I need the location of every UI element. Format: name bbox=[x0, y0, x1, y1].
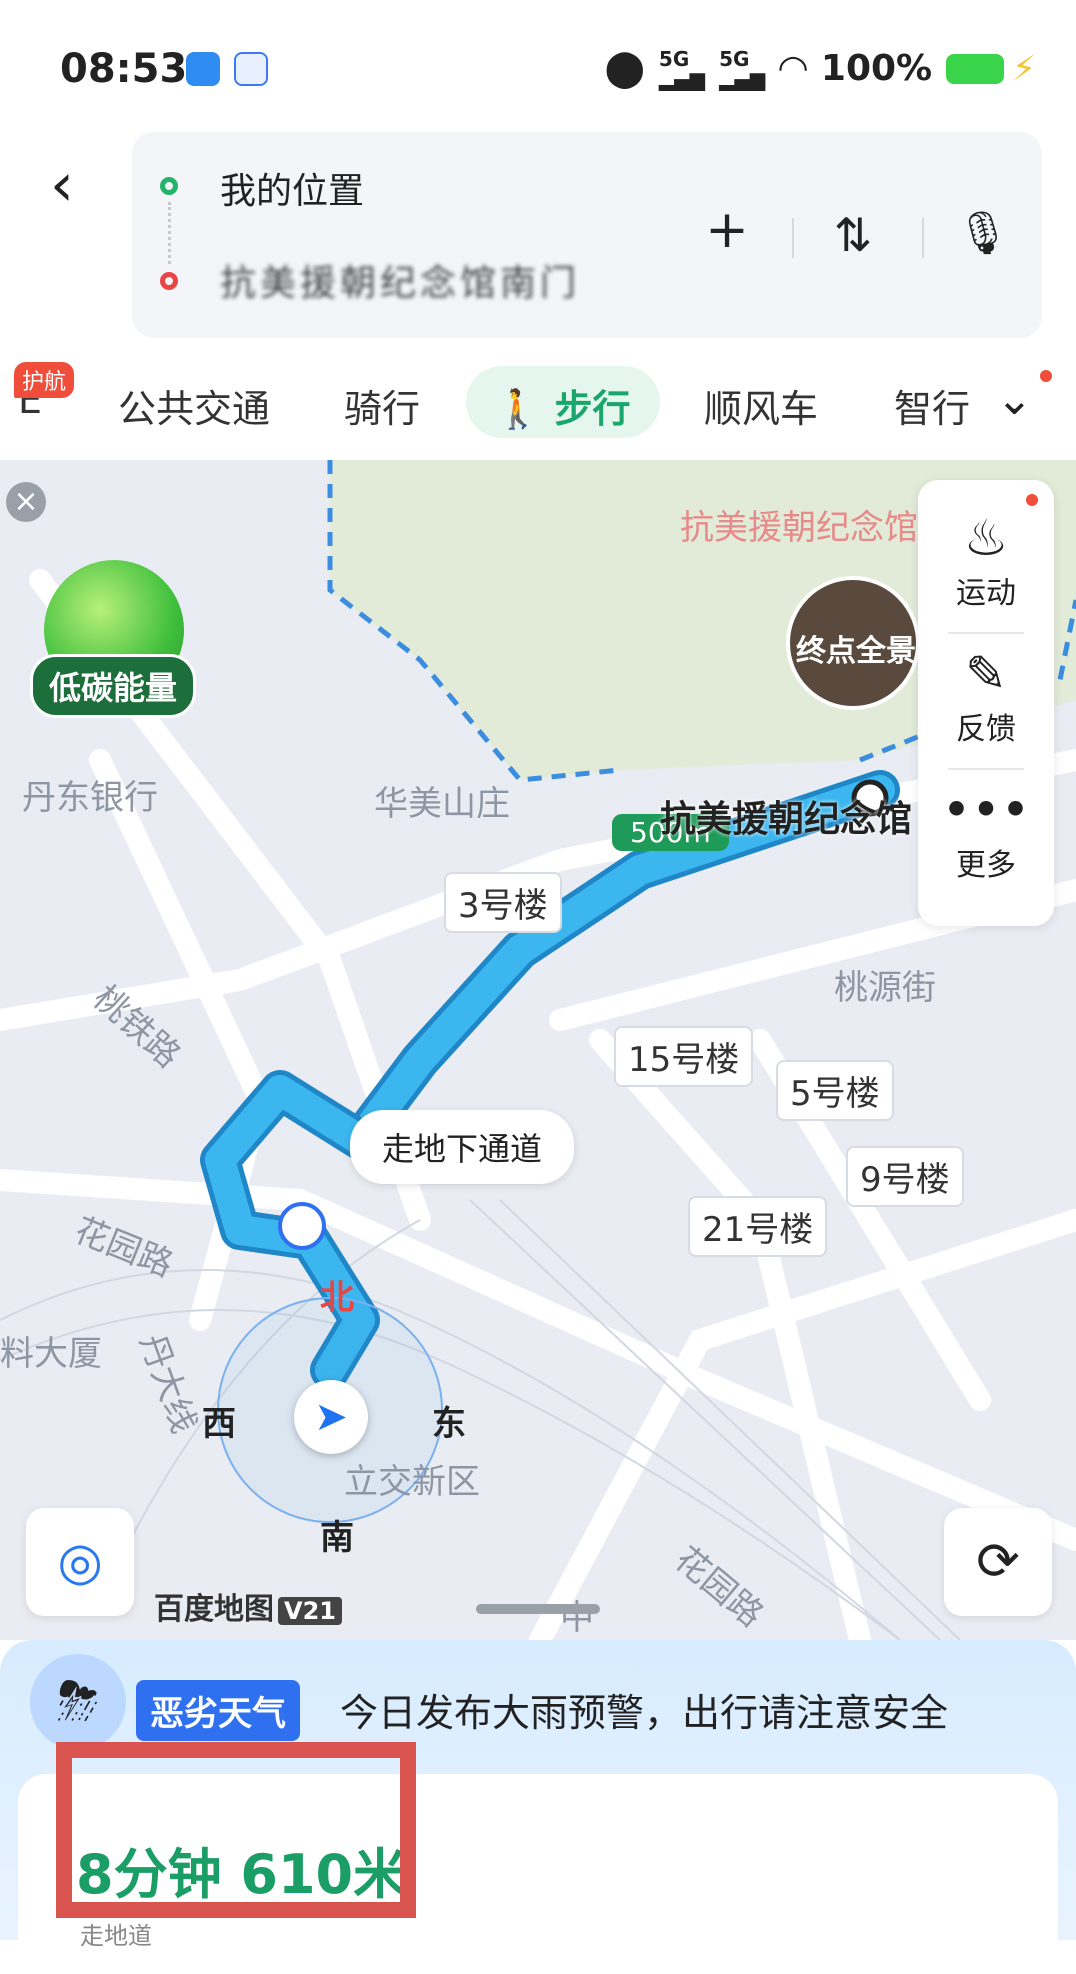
battery-percent: 100% bbox=[820, 48, 933, 89]
toolbar-divider bbox=[792, 218, 794, 258]
wifi-icon: ◠ bbox=[779, 48, 807, 89]
destination-dot-icon bbox=[160, 272, 178, 290]
browser-app-icon bbox=[186, 52, 220, 86]
voice-input-button[interactable]: 🎙 bbox=[948, 208, 1018, 258]
highlight-annotation-box bbox=[56, 1742, 416, 1918]
map-view[interactable]: × 低碳能量 抗美援朝纪念馆 丹东银行 华美山庄 桃源街 桃铁路 花园路 料大厦… bbox=[0, 460, 1076, 1640]
locate-me-button[interactable]: ◎ bbox=[26, 1508, 134, 1616]
building-label[interactable]: 9号楼 bbox=[846, 1146, 964, 1207]
building-label[interactable]: 15号楼 bbox=[614, 1026, 754, 1087]
sheet-drag-handle[interactable] bbox=[476, 1604, 600, 1614]
divider bbox=[948, 632, 1024, 634]
crosshair-icon: ◎ bbox=[57, 1532, 103, 1592]
compass-north: 北 bbox=[320, 1278, 354, 1318]
add-waypoint-button[interactable]: + bbox=[692, 200, 762, 260]
travel-mode-tabs: E 护航 公共交通 骑行 🚶 步行 顺风车 智行 ⌄ bbox=[0, 360, 1076, 450]
more-button[interactable]: ••• 更多 bbox=[918, 780, 1054, 884]
baidu-app-icon bbox=[234, 52, 268, 86]
building-label[interactable]: 5号楼 bbox=[776, 1060, 894, 1121]
low-carbon-label: 低碳能量 bbox=[30, 654, 197, 718]
location-icon: ⬤ bbox=[604, 48, 645, 89]
clock: 08:53 bbox=[60, 46, 188, 92]
weather-warning-badge: 恶劣天气 bbox=[136, 1680, 300, 1741]
chevron-down-icon[interactable]: ⌄ bbox=[996, 374, 1033, 425]
map-brand: 百度地图 V21 bbox=[154, 1584, 342, 1628]
storm-weather-icon: ⛈ bbox=[30, 1654, 126, 1750]
signal-icon-2: 5G ▂▄▆ bbox=[719, 46, 766, 91]
tab-carpool[interactable]: 顺风车 bbox=[704, 378, 818, 433]
map-label-bank: 丹东银行 bbox=[22, 778, 158, 818]
map-label-lijiao: 立交新区 bbox=[344, 1462, 480, 1502]
battery-icon bbox=[946, 53, 1005, 84]
tab-smart[interactable]: 智行 bbox=[894, 378, 970, 433]
tab-ride[interactable]: 骑行 bbox=[344, 378, 420, 433]
weather-warning-text[interactable]: 今日发布大雨预警，出行请注意安全 bbox=[340, 1682, 948, 1737]
notification-dot bbox=[1040, 370, 1052, 382]
destination-field[interactable]: 抗美援朝纪念馆南门 bbox=[220, 254, 580, 306]
origin-field[interactable]: 我的位置 bbox=[220, 162, 364, 214]
tab-walk[interactable]: 🚶 步行 bbox=[494, 378, 631, 433]
more-dots-icon: ••• bbox=[941, 781, 1031, 839]
compass-south: 南 bbox=[320, 1518, 354, 1558]
route-connector bbox=[168, 202, 171, 264]
status-bar: 08:53 ⬤ 5G ▂▄▆ 5G ▂▄▆ ◠ 100% ⚡ bbox=[0, 0, 1076, 120]
feedback-button[interactable]: ✎ 反馈 bbox=[918, 644, 1054, 748]
tab-transit[interactable]: 公共交通 bbox=[118, 378, 270, 433]
destination-panorama-thumbnail[interactable]: 终点全景 bbox=[786, 576, 920, 710]
close-icon[interactable]: × bbox=[6, 482, 46, 522]
divider bbox=[948, 768, 1024, 770]
map-label-building: 料大厦 bbox=[0, 1334, 102, 1374]
refresh-icon: ⟳ bbox=[976, 1532, 1020, 1592]
flame-icon: ♨ bbox=[963, 509, 1009, 567]
compass-east: 东 bbox=[432, 1404, 466, 1444]
map-label-taoyuan-street: 桃源街 bbox=[834, 968, 936, 1008]
pencil-icon: ✎ bbox=[965, 645, 1007, 703]
signal-icon: 5G ▂▄▆ bbox=[658, 46, 706, 91]
building-label[interactable]: 3号楼 bbox=[444, 872, 562, 933]
current-location-arrow-icon: ➤ bbox=[294, 1380, 368, 1454]
back-button[interactable]: ‹ bbox=[50, 150, 98, 220]
map-label-zhong: 中 bbox=[560, 1598, 594, 1638]
map-label-huamei: 华美山庄 bbox=[374, 784, 510, 824]
sport-button[interactable]: ♨ 运动 bbox=[918, 508, 1054, 612]
refresh-route-button[interactable]: ⟳ bbox=[944, 1508, 1052, 1616]
notification-dot bbox=[1026, 494, 1038, 506]
charging-icon: ⚡ bbox=[1012, 48, 1036, 89]
building-label[interactable]: 21号楼 bbox=[688, 1196, 828, 1257]
panorama-label: 终点全景 bbox=[796, 634, 916, 669]
origin-dot-icon bbox=[160, 177, 178, 195]
route-tip-bubble: 走地下通道 bbox=[350, 1110, 575, 1184]
walk-icon: 🚶 bbox=[494, 387, 555, 431]
low-carbon-energy-widget[interactable]: 低碳能量 bbox=[30, 560, 210, 720]
compass-west: 西 bbox=[202, 1404, 236, 1444]
toolbar-divider bbox=[922, 218, 924, 258]
route-input-card: 我的位置 抗美援朝纪念馆南门 + ⇅ 🎙 bbox=[132, 132, 1042, 338]
destination-label[interactable]: 抗美援朝纪念馆 bbox=[660, 790, 912, 842]
escort-badge: 护航 bbox=[14, 362, 75, 398]
map-side-panel: ♨ 运动 ✎ 反馈 ••• 更多 bbox=[918, 480, 1054, 926]
map-label-memorial: 抗美援朝纪念馆 bbox=[680, 508, 918, 548]
swap-route-button[interactable]: ⇅ bbox=[818, 208, 888, 262]
route-note: 走地道 bbox=[80, 1922, 152, 1950]
